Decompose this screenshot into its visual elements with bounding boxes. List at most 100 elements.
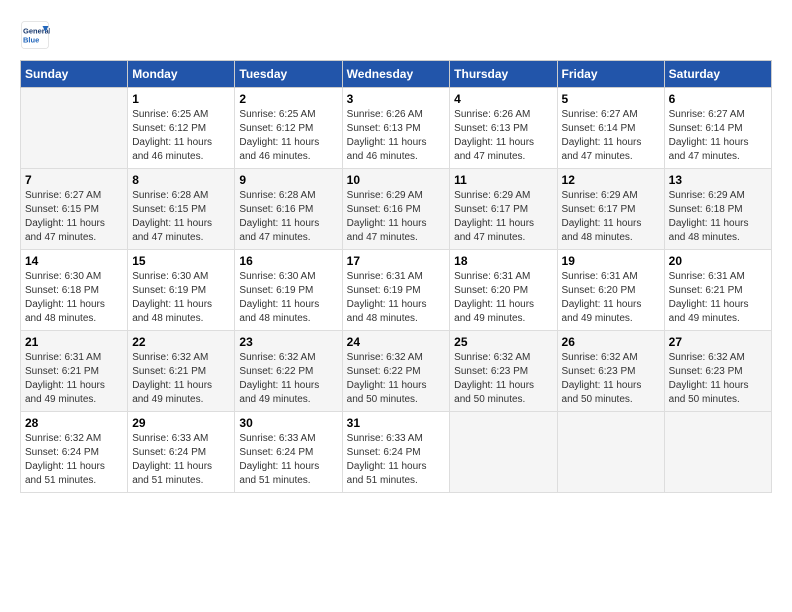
day-info: Sunrise: 6:26 AM Sunset: 6:13 PM Dayligh…: [454, 108, 552, 164]
day-number: 11: [454, 173, 552, 187]
weekday-header-wednesday: Wednesday: [342, 61, 450, 88]
day-number: 8: [132, 173, 230, 187]
calendar-day-cell: 24Sunrise: 6:32 AM Sunset: 6:22 PM Dayli…: [342, 331, 450, 412]
day-number: 10: [347, 173, 446, 187]
calendar-table: SundayMondayTuesdayWednesdayThursdayFrid…: [20, 60, 772, 493]
day-number: 19: [562, 254, 660, 268]
calendar-day-cell: 27 Sunrise: 6:32 AM Sunset: 6:23 PM Dayli…: [664, 331, 771, 412]
calendar-day-cell: 26Sunrise: 6:32 AM Sunset: 6:23 PM Dayli…: [557, 331, 664, 412]
day-info: Sunrise: 6:30 AM Sunset: 6:19 PM Dayligh…: [239, 270, 337, 326]
weekday-header-row: SundayMondayTuesdayWednesdayThursdayFrid…: [21, 61, 772, 88]
calendar-day-cell: 1 Sunrise: 6:25 AM Sunset: 6:12 PM Daylig…: [128, 88, 235, 169]
day-number: 31: [347, 416, 446, 430]
calendar-week-row: 7 Sunrise: 6:27 AM Sunset: 6:15 PM Daylig…: [21, 169, 772, 250]
day-info: Sunrise: 6:25 AM Sunset: 6:12 PM Dayligh…: [132, 108, 230, 164]
weekday-header-saturday: Saturday: [664, 61, 771, 88]
calendar-day-cell: 25 Sunrise: 6:32 AM Sunset: 6:23 PM Dayli…: [450, 331, 557, 412]
calendar-day-cell: 9Sunrise: 6:28 AM Sunset: 6:16 PM Daylig…: [235, 169, 342, 250]
day-number: 28: [25, 416, 123, 430]
day-info: Sunrise: 6:28 AM Sunset: 6:15 PM Dayligh…: [132, 189, 230, 245]
day-number: 13: [669, 173, 767, 187]
calendar-day-cell: 11 Sunrise: 6:29 AM Sunset: 6:17 PM Dayli…: [450, 169, 557, 250]
calendar-day-cell: 12 Sunrise: 6:29 AM Sunset: 6:17 PM Dayli…: [557, 169, 664, 250]
day-number: 15: [132, 254, 230, 268]
logo-icon: General Blue: [20, 20, 50, 50]
day-number: 7: [25, 173, 123, 187]
day-number: 24: [347, 335, 446, 349]
calendar-day-cell: 20 Sunrise: 6:31 AM Sunset: 6:21 PM Dayli…: [664, 250, 771, 331]
day-number: 23: [239, 335, 337, 349]
calendar-day-cell: 21Sunrise: 6:31 AM Sunset: 6:21 PM Dayli…: [21, 331, 128, 412]
day-info: Sunrise: 6:32 AM Sunset: 6:24 PM Dayligh…: [25, 432, 123, 488]
empty-cell: [557, 412, 664, 493]
day-info: Sunrise: 6:29 AM Sunset: 6:16 PM Dayligh…: [347, 189, 446, 245]
page-header: General Blue: [20, 20, 772, 50]
day-info: Sunrise: 6:28 AM Sunset: 6:16 PM Dayligh…: [239, 189, 337, 245]
empty-cell: [664, 412, 771, 493]
day-number: 30: [239, 416, 337, 430]
logo: General Blue: [20, 20, 54, 50]
empty-cell: [21, 88, 128, 169]
calendar-day-cell: 16 Sunrise: 6:30 AM Sunset: 6:19 PM Dayli…: [235, 250, 342, 331]
day-number: 18: [454, 254, 552, 268]
calendar-day-cell: 10 Sunrise: 6:29 AM Sunset: 6:16 PM Dayli…: [342, 169, 450, 250]
calendar-day-cell: 31 Sunrise: 6:33 AM Sunset: 6:24 PM Dayli…: [342, 412, 450, 493]
calendar-day-cell: 15Sunrise: 6:30 AM Sunset: 6:19 PM Dayli…: [128, 250, 235, 331]
day-info: Sunrise: 6:29 AM Sunset: 6:17 PM Dayligh…: [562, 189, 660, 245]
day-number: 5: [562, 92, 660, 106]
day-info: Sunrise: 6:33 AM Sunset: 6:24 PM Dayligh…: [239, 432, 337, 488]
day-info: Sunrise: 6:25 AM Sunset: 6:12 PM Dayligh…: [239, 108, 337, 164]
day-number: 22: [132, 335, 230, 349]
calendar-week-row: 1 Sunrise: 6:25 AM Sunset: 6:12 PM Daylig…: [21, 88, 772, 169]
weekday-header-thursday: Thursday: [450, 61, 557, 88]
day-info: Sunrise: 6:29 AM Sunset: 6:17 PM Dayligh…: [454, 189, 552, 245]
day-number: 12: [562, 173, 660, 187]
weekday-header-sunday: Sunday: [21, 61, 128, 88]
calendar-day-cell: 7 Sunrise: 6:27 AM Sunset: 6:15 PM Daylig…: [21, 169, 128, 250]
calendar-day-cell: 4 Sunrise: 6:26 AM Sunset: 6:13 PM Daylig…: [450, 88, 557, 169]
weekday-header-tuesday: Tuesday: [235, 61, 342, 88]
day-number: 6: [669, 92, 767, 106]
calendar-week-row: 21Sunrise: 6:31 AM Sunset: 6:21 PM Dayli…: [21, 331, 772, 412]
day-info: Sunrise: 6:33 AM Sunset: 6:24 PM Dayligh…: [347, 432, 446, 488]
calendar-week-row: 14Sunrise: 6:30 AM Sunset: 6:18 PM Dayli…: [21, 250, 772, 331]
calendar-day-cell: 13 Sunrise: 6:29 AM Sunset: 6:18 PM Dayli…: [664, 169, 771, 250]
day-info: Sunrise: 6:31 AM Sunset: 6:21 PM Dayligh…: [669, 270, 767, 326]
day-number: 16: [239, 254, 337, 268]
day-number: 4: [454, 92, 552, 106]
calendar-day-cell: 3 Sunrise: 6:26 AM Sunset: 6:13 PM Daylig…: [342, 88, 450, 169]
calendar-day-cell: 17Sunrise: 6:31 AM Sunset: 6:19 PM Dayli…: [342, 250, 450, 331]
calendar-day-cell: 5 Sunrise: 6:27 AM Sunset: 6:14 PM Daylig…: [557, 88, 664, 169]
calendar-day-cell: 29Sunrise: 6:33 AM Sunset: 6:24 PM Dayli…: [128, 412, 235, 493]
calendar-day-cell: 6 Sunrise: 6:27 AM Sunset: 6:14 PM Daylig…: [664, 88, 771, 169]
day-info: Sunrise: 6:32 AM Sunset: 6:21 PM Dayligh…: [132, 351, 230, 407]
calendar-day-cell: 30 Sunrise: 6:33 AM Sunset: 6:24 PM Dayli…: [235, 412, 342, 493]
day-info: Sunrise: 6:32 AM Sunset: 6:23 PM Dayligh…: [454, 351, 552, 407]
day-number: 25: [454, 335, 552, 349]
calendar-day-cell: 19 Sunrise: 6:31 AM Sunset: 6:20 PM Dayli…: [557, 250, 664, 331]
weekday-header-monday: Monday: [128, 61, 235, 88]
day-info: Sunrise: 6:32 AM Sunset: 6:23 PM Dayligh…: [669, 351, 767, 407]
day-number: 14: [25, 254, 123, 268]
calendar-day-cell: 23 Sunrise: 6:32 AM Sunset: 6:22 PM Dayli…: [235, 331, 342, 412]
day-info: Sunrise: 6:27 AM Sunset: 6:14 PM Dayligh…: [562, 108, 660, 164]
day-number: 2: [239, 92, 337, 106]
day-number: 26: [562, 335, 660, 349]
day-info: Sunrise: 6:32 AM Sunset: 6:22 PM Dayligh…: [239, 351, 337, 407]
day-number: 1: [132, 92, 230, 106]
calendar-day-cell: 2 Sunrise: 6:25 AM Sunset: 6:12 PM Daylig…: [235, 88, 342, 169]
day-info: Sunrise: 6:29 AM Sunset: 6:18 PM Dayligh…: [669, 189, 767, 245]
calendar-week-row: 28 Sunrise: 6:32 AM Sunset: 6:24 PM Dayli…: [21, 412, 772, 493]
day-number: 3: [347, 92, 446, 106]
calendar-day-cell: 22 Sunrise: 6:32 AM Sunset: 6:21 PM Dayli…: [128, 331, 235, 412]
day-info: Sunrise: 6:27 AM Sunset: 6:14 PM Dayligh…: [669, 108, 767, 164]
day-info: Sunrise: 6:31 AM Sunset: 6:21 PM Dayligh…: [25, 351, 123, 407]
day-info: Sunrise: 6:27 AM Sunset: 6:15 PM Dayligh…: [25, 189, 123, 245]
day-number: 20: [669, 254, 767, 268]
calendar-day-cell: 18Sunrise: 6:31 AM Sunset: 6:20 PM Dayli…: [450, 250, 557, 331]
svg-text:Blue: Blue: [23, 36, 39, 45]
day-info: Sunrise: 6:26 AM Sunset: 6:13 PM Dayligh…: [347, 108, 446, 164]
day-info: Sunrise: 6:31 AM Sunset: 6:20 PM Dayligh…: [562, 270, 660, 326]
calendar-day-cell: 28 Sunrise: 6:32 AM Sunset: 6:24 PM Dayli…: [21, 412, 128, 493]
day-number: 27: [669, 335, 767, 349]
